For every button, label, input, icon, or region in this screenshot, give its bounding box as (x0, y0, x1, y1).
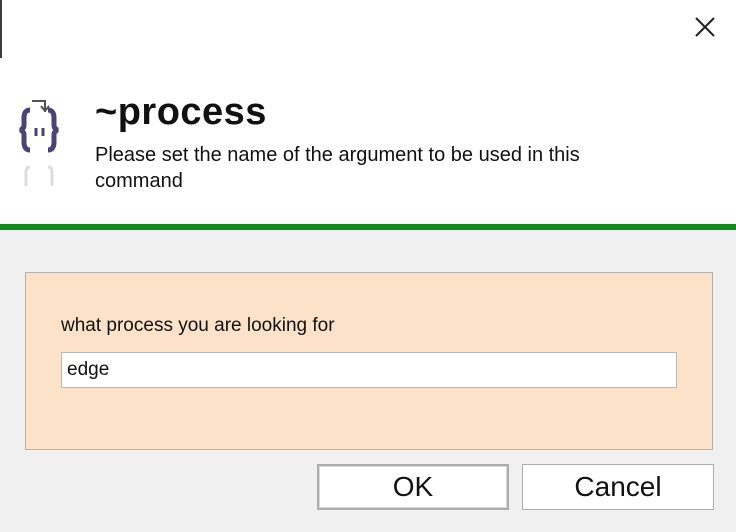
argument-input[interactable] (61, 352, 677, 388)
close-icon (695, 17, 715, 37)
cancel-button[interactable]: Cancel (522, 464, 714, 510)
dialog-title: ~process (95, 91, 267, 133)
window-edge (0, 0, 2, 58)
dialog-subtitle: Please set the name of the argument to b… (95, 144, 580, 192)
argument-label: what process you are looking for (61, 315, 335, 336)
braces-download-icon (19, 100, 59, 186)
header-divider (0, 224, 736, 230)
close-button[interactable] (684, 6, 726, 48)
argument-panel: what process you are looking for (25, 272, 713, 450)
ok-button[interactable]: OK (317, 464, 509, 510)
argument-dialog: ~process Please set the name of the argu… (0, 0, 736, 532)
dialog-header: ~process Please set the name of the argu… (0, 0, 736, 224)
